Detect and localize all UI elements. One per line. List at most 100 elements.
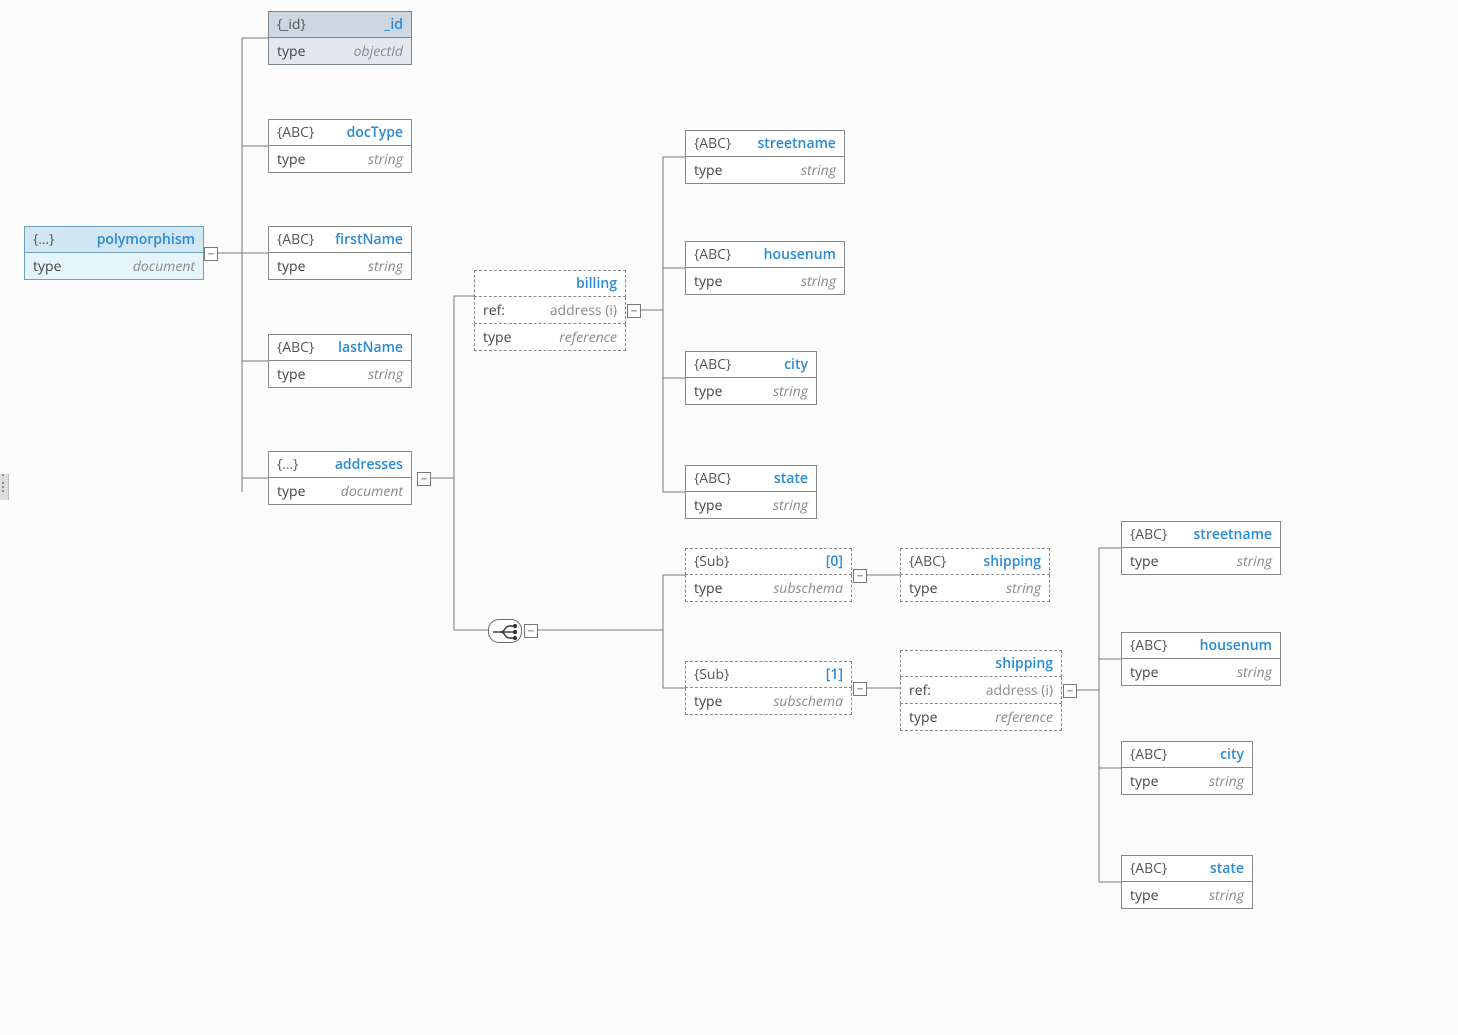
node-sub-1[interactable]: {Sub} [1] type subschema — [685, 661, 852, 715]
field-type: document — [133, 257, 195, 276]
field-type: string — [801, 161, 836, 180]
node-docType[interactable]: {ABC} docType type string — [268, 119, 412, 173]
node-id[interactable]: {_id} _id type objectId — [268, 11, 412, 65]
label-type: type — [277, 42, 305, 61]
field-name: firstName — [335, 230, 403, 249]
label-type: type — [277, 482, 305, 501]
field-name: state — [1210, 859, 1244, 878]
node-billing-streetname[interactable]: {ABC} streetname type string — [685, 130, 845, 184]
schema-diagram: {…} polymorphism type document {_id} _id… — [0, 0, 1458, 1035]
ref-target: address (i) — [986, 681, 1053, 700]
node-firstName[interactable]: {ABC} firstName type string — [268, 226, 412, 280]
field-type: reference — [995, 708, 1053, 727]
type-tag-icon: {…} — [33, 230, 54, 249]
field-name: billing — [576, 274, 617, 293]
field-name: city — [1220, 745, 1244, 764]
oneof-switch-icon[interactable] — [488, 619, 522, 643]
node-shipping-city[interactable]: {ABC} city type string — [1121, 741, 1253, 795]
collapse-toggle[interactable] — [524, 624, 538, 638]
collapse-toggle[interactable] — [1063, 684, 1077, 698]
label-type: type — [909, 708, 937, 727]
label-ref: ref: — [909, 681, 931, 700]
field-type: string — [801, 272, 836, 291]
ref-target: address (i) — [550, 301, 617, 320]
field-type: string — [1237, 663, 1272, 682]
type-tag-icon: {Sub} — [694, 552, 729, 571]
node-sub-0[interactable]: {Sub} [0] type subschema — [685, 548, 852, 602]
collapse-toggle[interactable] — [204, 247, 218, 261]
field-name: streetname — [1193, 525, 1272, 544]
field-name: docType — [347, 123, 403, 142]
node-billing-city[interactable]: {ABC}city typestring — [685, 351, 817, 405]
field-name: _id — [384, 15, 403, 34]
type-tag-icon: {ABC} — [1130, 636, 1167, 655]
type-tag-icon: {ABC} — [694, 245, 731, 264]
node-shipping-streetname[interactable]: {ABC} streetname type string — [1121, 521, 1281, 575]
label-type: type — [694, 272, 722, 291]
field-type: reference — [559, 328, 617, 347]
field-type: string — [773, 382, 808, 401]
type-tag-icon: {ABC} — [909, 552, 946, 571]
type-tag-icon: {ABC} — [1130, 525, 1167, 544]
node-shipping-state[interactable]: {ABC} state type string — [1121, 855, 1253, 909]
collapse-toggle[interactable] — [853, 682, 867, 696]
field-name: [1] — [826, 665, 843, 684]
field-name: shipping — [983, 552, 1041, 571]
node-lastName[interactable]: {ABC} lastName type string — [268, 334, 412, 388]
field-type: string — [1237, 552, 1272, 571]
field-type: string — [1006, 579, 1041, 598]
collapse-toggle[interactable] — [853, 569, 867, 583]
field-name: lastName — [338, 338, 403, 357]
type-tag-icon: {ABC} — [277, 123, 314, 142]
label-type: type — [1130, 886, 1158, 905]
node-shipping-ref[interactable]: shipping ref:address (i) typereference — [900, 650, 1062, 731]
collapse-toggle[interactable] — [417, 472, 431, 486]
field-type: subschema — [773, 579, 843, 598]
type-tag-icon: {ABC} — [694, 469, 731, 488]
field-type: subschema — [773, 692, 843, 711]
field-type: string — [368, 150, 403, 169]
label-type: type — [694, 496, 722, 515]
node-shipping-string[interactable]: {ABC} shipping type string — [900, 548, 1050, 602]
type-tag-icon: {ABC} — [1130, 859, 1167, 878]
node-billing-housenum[interactable]: {ABC} housenum type string — [685, 241, 845, 295]
field-name: housenum — [764, 245, 836, 264]
field-type: string — [368, 257, 403, 276]
field-name: state — [774, 469, 808, 488]
type-tag-icon: {ABC} — [694, 134, 731, 153]
type-tag-icon: {_id} — [277, 15, 306, 34]
label-type: type — [909, 579, 937, 598]
type-tag-icon: {Sub} — [694, 665, 729, 684]
field-name: housenum — [1200, 636, 1272, 655]
field-name: streetname — [757, 134, 836, 153]
field-name: [0] — [826, 552, 843, 571]
field-type: string — [773, 496, 808, 515]
field-type: document — [341, 482, 403, 501]
node-billing[interactable]: billing ref: address (i) type reference — [474, 270, 626, 351]
label-type: type — [694, 161, 722, 180]
node-addresses[interactable]: {…} addresses type document — [268, 451, 412, 505]
node-shipping-housenum[interactable]: {ABC} housenum type string — [1121, 632, 1281, 686]
label-type: type — [33, 257, 61, 276]
label-type: type — [694, 579, 722, 598]
label-type: type — [277, 150, 305, 169]
label-type: type — [694, 382, 722, 401]
label-type: type — [1130, 772, 1158, 791]
node-polymorphism[interactable]: {…} polymorphism type document — [24, 226, 204, 280]
field-type: string — [368, 365, 403, 384]
field-name: city — [784, 355, 808, 374]
type-tag-icon: {ABC} — [1130, 745, 1167, 764]
collapse-toggle[interactable] — [627, 304, 641, 318]
label-type: type — [277, 365, 305, 384]
type-tag-icon: {…} — [277, 455, 298, 474]
field-type: string — [1209, 886, 1244, 905]
label-type: type — [1130, 663, 1158, 682]
field-type: string — [1209, 772, 1244, 791]
label-type: type — [1130, 552, 1158, 571]
label-type: type — [694, 692, 722, 711]
label-type: type — [483, 328, 511, 347]
node-billing-state[interactable]: {ABC} state type string — [685, 465, 817, 519]
type-tag-icon: {ABC} — [277, 230, 314, 249]
label-ref: ref: — [483, 301, 505, 320]
type-tag-icon: {ABC} — [277, 338, 314, 357]
